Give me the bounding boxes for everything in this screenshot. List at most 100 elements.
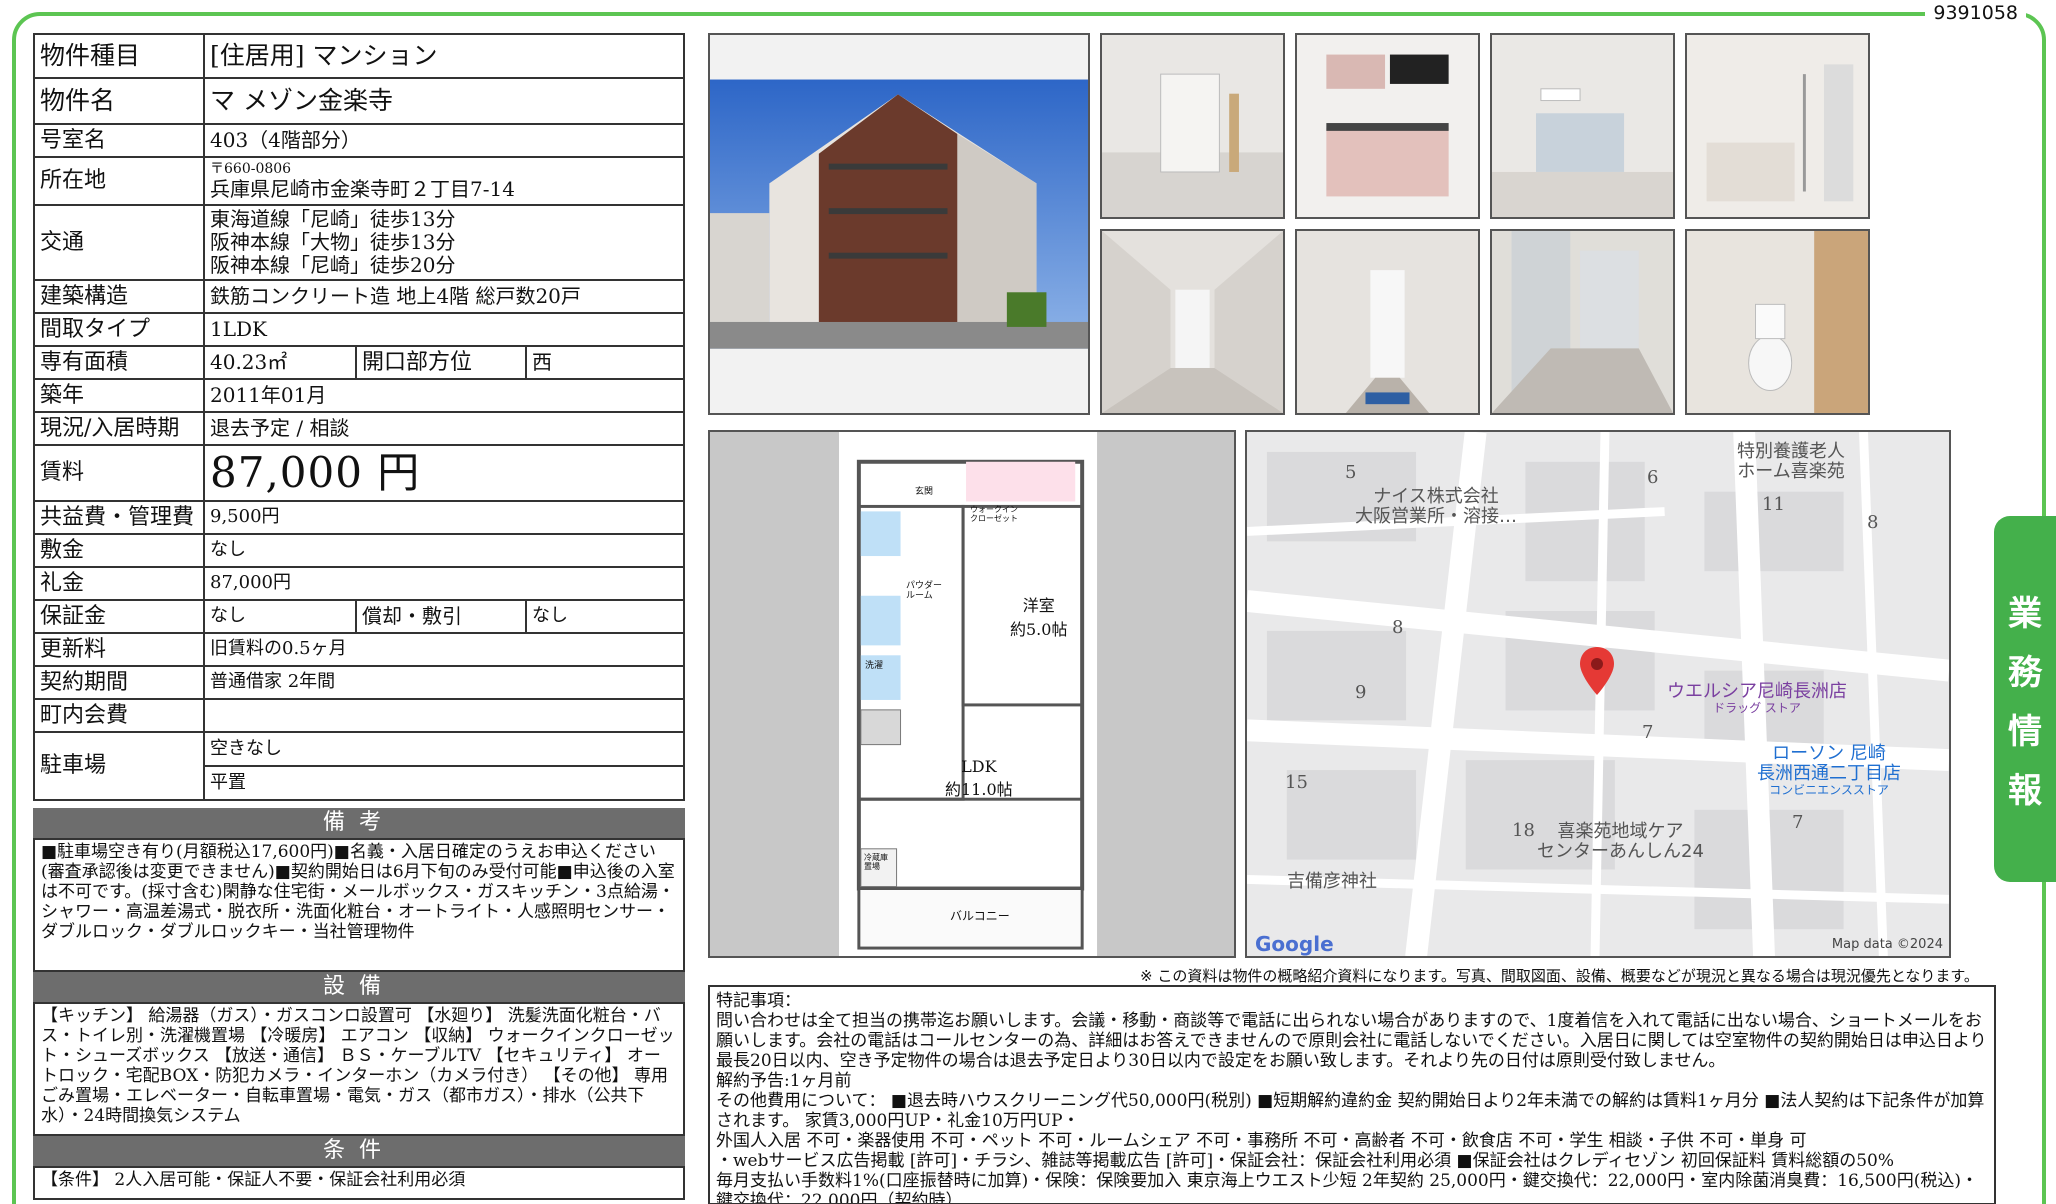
tab-char: 業 xyxy=(2008,594,2042,634)
map-poi-welcia: ウエルシア尼崎長洲店 ドラッグ ストア xyxy=(1667,681,1847,715)
type-label: 物件種目 xyxy=(33,33,205,79)
room-value: 403（4階部分） xyxy=(203,123,685,158)
fee-value: 9,500円 xyxy=(203,500,685,535)
toilet-photo xyxy=(1685,229,1870,415)
amortization-value: なし xyxy=(525,599,685,634)
entrance-label: 玄関 xyxy=(915,487,934,497)
guarantee-label: 保証金 xyxy=(33,599,205,634)
type-value: [住居用] マンション xyxy=(203,33,685,79)
wash-label: 洗濯 xyxy=(865,661,884,671)
remarks-line: 解約予告:1ヶ月前 xyxy=(716,1071,852,1092)
rent-label: 賃料 xyxy=(33,444,205,502)
kitchen-photo xyxy=(1295,33,1480,219)
fridge-label: 冷蔵庫 置場 xyxy=(864,853,888,871)
structure-value: 鉄筋コンクリート造 地上4階 総戸数20戸 xyxy=(203,279,685,314)
block-number: 5 xyxy=(1345,462,1357,483)
business-info-tab[interactable]: 業 務 情 報 xyxy=(1994,516,2056,882)
facing-label: 開口部方位 xyxy=(355,345,527,380)
remarks-line: 毎月支払い手数料1%(口座振替時に加算)・保険：保険要加入 東京海上ウエスト少短… xyxy=(716,1171,1978,1204)
remarks-line: 外国人入居 不可・楽器使用 不可・ペット 不可・ルームシェア 不可・事務所 不可… xyxy=(716,1131,1807,1152)
deposit-label: 敷金 xyxy=(33,533,205,568)
layout-label: 間取タイプ xyxy=(33,312,205,347)
remarks-title: 特記事項： xyxy=(716,991,801,1011)
bathroom-photo xyxy=(1685,33,1870,219)
block-number: 6 xyxy=(1647,467,1659,488)
address-label: 所在地 xyxy=(33,156,205,206)
name-value: マ メゾン金楽寺 xyxy=(203,77,685,125)
location-pin-icon xyxy=(1580,647,1614,695)
guarantee-value: なし xyxy=(203,599,357,634)
map-poi-nursing: 特別養護老人 ホーム喜楽苑 xyxy=(1737,441,1845,482)
remarks-line: その他費用について： ■退去時ハウスクリーニング代50,000円(税別) ■短期… xyxy=(716,1091,1985,1132)
document-code: 9391058 xyxy=(1925,2,2026,24)
hallway-photo xyxy=(1100,229,1285,415)
google-logo: Google xyxy=(1255,932,1334,956)
area-value: 40.23㎡ xyxy=(203,345,357,380)
town-fee-label: 町内会費 xyxy=(33,698,205,733)
block-number: 15 xyxy=(1285,772,1308,793)
built-label: 築年 xyxy=(33,378,205,413)
block-number: 7 xyxy=(1792,812,1804,833)
block-number: 18 xyxy=(1512,820,1535,841)
property-table: 物件種目 [住居用] マンション 物件名マ メゾン金楽寺 号室名 403（4階部分）… xyxy=(33,33,685,801)
biko-text: ■駐車場空き有り(月額税込17,600円)■名義・入居日確定のうえお申込ください… xyxy=(33,838,685,972)
map-poi-lawson: ローソン 尼崎 長洲西通二丁目店 コンビニエンスストア xyxy=(1757,743,1901,797)
contract-value: 普通借家 2年間 xyxy=(203,665,685,700)
town-fee-value xyxy=(203,698,685,733)
key-money-label: 礼金 xyxy=(33,566,205,601)
status-value: 退去予定 / 相談 xyxy=(203,411,685,446)
setsubi-text: 【キッチン】 給湯器（ガス）・ガスコンロ設置可 【水廻り】 洗髪洗面化粧台・バス… xyxy=(33,1002,685,1136)
remarks-box: 特記事項： 問い合わせは全て担当の携帯迄お願いします。会議・移動・商談等で電話に… xyxy=(708,985,1996,1204)
fee-label: 共益費・管理費 xyxy=(33,500,205,535)
amortization-label: 償却・敷引 xyxy=(355,599,527,634)
transit-label: 交通 xyxy=(33,204,205,281)
tab-char: 務 xyxy=(2008,653,2042,693)
balcony-label: バルコニー xyxy=(950,909,1010,923)
key-money-value: 87,000円 xyxy=(203,566,685,601)
exterior-photo xyxy=(708,33,1090,415)
room-label: 号室名 xyxy=(33,123,205,158)
block-number: 11 xyxy=(1762,494,1785,515)
interior-photo xyxy=(1100,33,1285,219)
building-image xyxy=(710,79,1088,349)
transit-line: 阪神本線「尼崎」徒歩20分 xyxy=(210,253,456,277)
joken-header: 条件 xyxy=(33,1136,685,1166)
layout-value: 1LDK xyxy=(203,312,685,347)
tab-char: 報 xyxy=(2008,771,2042,811)
deposit-value: なし xyxy=(203,533,685,568)
map-poi-care-center: 喜楽苑地域ケア センターあんしん24 xyxy=(1537,821,1704,862)
disclaimer: ※ この資料は物件の概略紹介資料になります。写真、間取図面、設備、概要などが現況… xyxy=(1140,967,1979,985)
ldk-label: LDK 約11.0帖 xyxy=(945,757,1013,799)
contract-label: 契約期間 xyxy=(33,665,205,700)
facing-value: 西 xyxy=(525,345,685,380)
corridor-photo xyxy=(1295,229,1480,415)
status-label: 現況/入居時期 xyxy=(33,411,205,446)
floor-plan: 洋室 約5.0帖 LDK 約11.0帖 バルコニー 玄関 ウォークイン クローゼット… xyxy=(708,430,1236,958)
block-number: 8 xyxy=(1867,512,1879,533)
area-label: 専有面積 xyxy=(33,345,205,380)
closet-label: ウォークイン クローゼット xyxy=(970,505,1018,523)
block-number: 9 xyxy=(1355,682,1367,703)
room1-label: 洋室 約5.0帖 xyxy=(1010,596,1068,639)
remarks-line: ・webサービス広告掲載 [許可]・チラシ、雑誌等掲載広告 [許可]・保証会社：… xyxy=(716,1151,1895,1172)
name-label: 物件名 xyxy=(33,77,205,125)
parking-value: 空きなし xyxy=(203,731,685,767)
remarks-line: 問い合わせは全て担当の携帯迄お願いします。会議・移動・商談等で電話に出られない場… xyxy=(716,1011,1987,1072)
balcony-photo xyxy=(1490,229,1675,415)
parking-type: 平置 xyxy=(203,765,685,801)
renewal-label: 更新料 xyxy=(33,632,205,667)
location-map: 特別養護老人 ホーム喜楽苑 ナイス株式会社 大阪営業所・溶接… ウエルシア尼崎長洲店… xyxy=(1245,430,1951,958)
transit-line: 阪神本線「大物」徒歩13分 xyxy=(210,230,456,254)
biko-header: 備考 xyxy=(33,808,685,838)
setsubi-header: 設備 xyxy=(33,972,685,1002)
map-poi-nice: ナイス株式会社 大阪営業所・溶接… xyxy=(1355,486,1517,527)
joken-text: 【条件】 2人入居可能・保証人不要・保証会社利用必須 xyxy=(33,1166,685,1200)
room-photo xyxy=(1490,33,1675,219)
structure-label: 建築構造 xyxy=(33,279,205,314)
map-attribution: Map data ©2024 xyxy=(1831,937,1943,952)
address-zip: 〒660-0806 xyxy=(210,161,292,178)
transit-line: 東海道線「尼崎」徒歩13分 xyxy=(210,207,456,231)
renewal-value: 旧賃料の0.5ヶ月 xyxy=(203,632,685,667)
powder-room-label: パウダー ルーム xyxy=(906,581,943,601)
block-number: 8 xyxy=(1392,617,1404,638)
